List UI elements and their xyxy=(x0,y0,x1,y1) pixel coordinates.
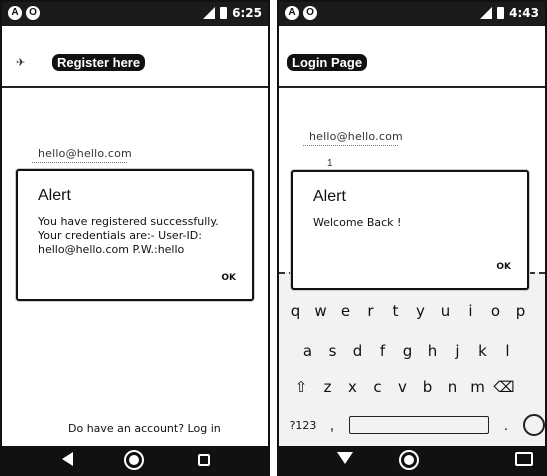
page-title: Login Page xyxy=(287,54,368,71)
comma-key[interactable]: , xyxy=(321,417,343,434)
key-a[interactable]: a xyxy=(295,342,320,360)
status-bar: A O 4:43 xyxy=(279,2,545,26)
status-time: 4:43 xyxy=(509,6,539,20)
email-field[interactable]: hello@hello.com xyxy=(309,130,403,143)
key-i[interactable]: i xyxy=(458,302,483,320)
status-notification-icons: A O xyxy=(285,6,317,20)
nav-back-icon[interactable] xyxy=(62,452,73,466)
key-q[interactable]: q xyxy=(283,302,308,320)
phone-register-screen: A O 6:25 ✈ Register here hello@hello.com… xyxy=(0,0,270,476)
keyboard-switch-icon[interactable] xyxy=(515,452,533,466)
backspace-icon[interactable]: ⌫ xyxy=(490,378,518,396)
key-y[interactable]: y xyxy=(408,302,433,320)
key-f[interactable]: f xyxy=(370,342,395,360)
page-title: Register here xyxy=(52,54,146,71)
alert-dialog: Alert Welcome Back ! OK xyxy=(291,170,529,290)
key-x[interactable]: x xyxy=(340,378,365,396)
password-field[interactable]: 1 xyxy=(327,158,333,169)
nav-hide-keyboard-icon[interactable] xyxy=(337,452,353,464)
back-arrow-icon[interactable]: ✈ xyxy=(16,56,25,69)
key-u[interactable]: u xyxy=(433,302,458,320)
nav-bar xyxy=(2,446,268,474)
key-p[interactable]: p xyxy=(508,302,533,320)
key-w[interactable]: w xyxy=(308,302,333,320)
soft-keyboard: q w e r t y u i o p a s d f g h j k l ⇧ … xyxy=(279,272,545,448)
phone-login-screen: A O 4:43 Login Page hello@hello.com 1 q … xyxy=(277,0,547,476)
period-key[interactable]: . xyxy=(495,417,517,434)
status-time: 6:25 xyxy=(232,6,262,20)
key-e[interactable]: e xyxy=(333,302,358,320)
nav-home-icon[interactable] xyxy=(399,450,419,470)
notification-a-icon: A xyxy=(8,6,22,20)
alert-ok-button[interactable]: OK xyxy=(496,262,511,272)
space-key[interactable] xyxy=(349,416,489,434)
key-b[interactable]: b xyxy=(415,378,440,396)
key-v[interactable]: v xyxy=(390,378,415,396)
notification-o-icon: O xyxy=(303,6,317,20)
keyboard-row-2: a s d f g h j k l xyxy=(279,342,545,360)
status-notification-icons: A O xyxy=(8,6,40,20)
key-k[interactable]: k xyxy=(470,342,495,360)
battery-icon xyxy=(497,7,505,19)
signal-icon xyxy=(480,7,493,19)
status-bar: A O 6:25 xyxy=(2,2,268,26)
nav-home-icon[interactable] xyxy=(124,450,144,470)
status-system-icons: 6:25 xyxy=(203,6,262,20)
key-s[interactable]: s xyxy=(320,342,345,360)
status-system-icons: 4:43 xyxy=(480,6,539,20)
alert-dialog: Alert You have registered successfully. … xyxy=(16,169,254,301)
key-d[interactable]: d xyxy=(345,342,370,360)
key-g[interactable]: g xyxy=(395,342,420,360)
alert-title: Alert xyxy=(313,188,346,205)
alert-ok-button[interactable]: OK xyxy=(221,273,236,283)
battery-icon xyxy=(220,7,228,19)
key-r[interactable]: r xyxy=(358,302,383,320)
key-c[interactable]: c xyxy=(365,378,390,396)
alert-message: Welcome Back ! xyxy=(313,216,402,229)
enter-key[interactable] xyxy=(523,414,545,436)
login-link[interactable]: Do have an account? Log in xyxy=(68,422,221,435)
key-t[interactable]: t xyxy=(383,302,408,320)
screens-container: A O 6:25 ✈ Register here hello@hello.com… xyxy=(0,0,547,476)
alert-title: Alert xyxy=(38,187,71,204)
nav-bar xyxy=(279,446,545,474)
symbols-key[interactable]: ?123 xyxy=(285,419,321,432)
keyboard-row-4: ?123 , . xyxy=(279,414,545,436)
key-o[interactable]: o xyxy=(483,302,508,320)
email-field-underline xyxy=(303,145,398,146)
email-field-underline xyxy=(32,162,127,163)
key-l[interactable]: l xyxy=(495,342,520,360)
header-divider xyxy=(279,86,545,88)
notification-o-icon: O xyxy=(26,6,40,20)
key-m[interactable]: m xyxy=(465,378,490,396)
notification-a-icon: A xyxy=(285,6,299,20)
keyboard-row-1: q w e r t y u i o p xyxy=(279,302,545,320)
signal-icon xyxy=(203,7,216,19)
email-field[interactable]: hello@hello.com xyxy=(38,147,132,160)
header-divider xyxy=(2,86,268,88)
key-j[interactable]: j xyxy=(445,342,470,360)
key-z[interactable]: z xyxy=(315,378,340,396)
shift-icon[interactable]: ⇧ xyxy=(287,378,315,396)
alert-message: You have registered successfully. Your c… xyxy=(38,215,219,256)
nav-recents-icon[interactable] xyxy=(198,454,210,466)
key-n[interactable]: n xyxy=(440,378,465,396)
key-h[interactable]: h xyxy=(420,342,445,360)
keyboard-row-3: ⇧ z x c v b n m ⌫ xyxy=(279,378,545,396)
